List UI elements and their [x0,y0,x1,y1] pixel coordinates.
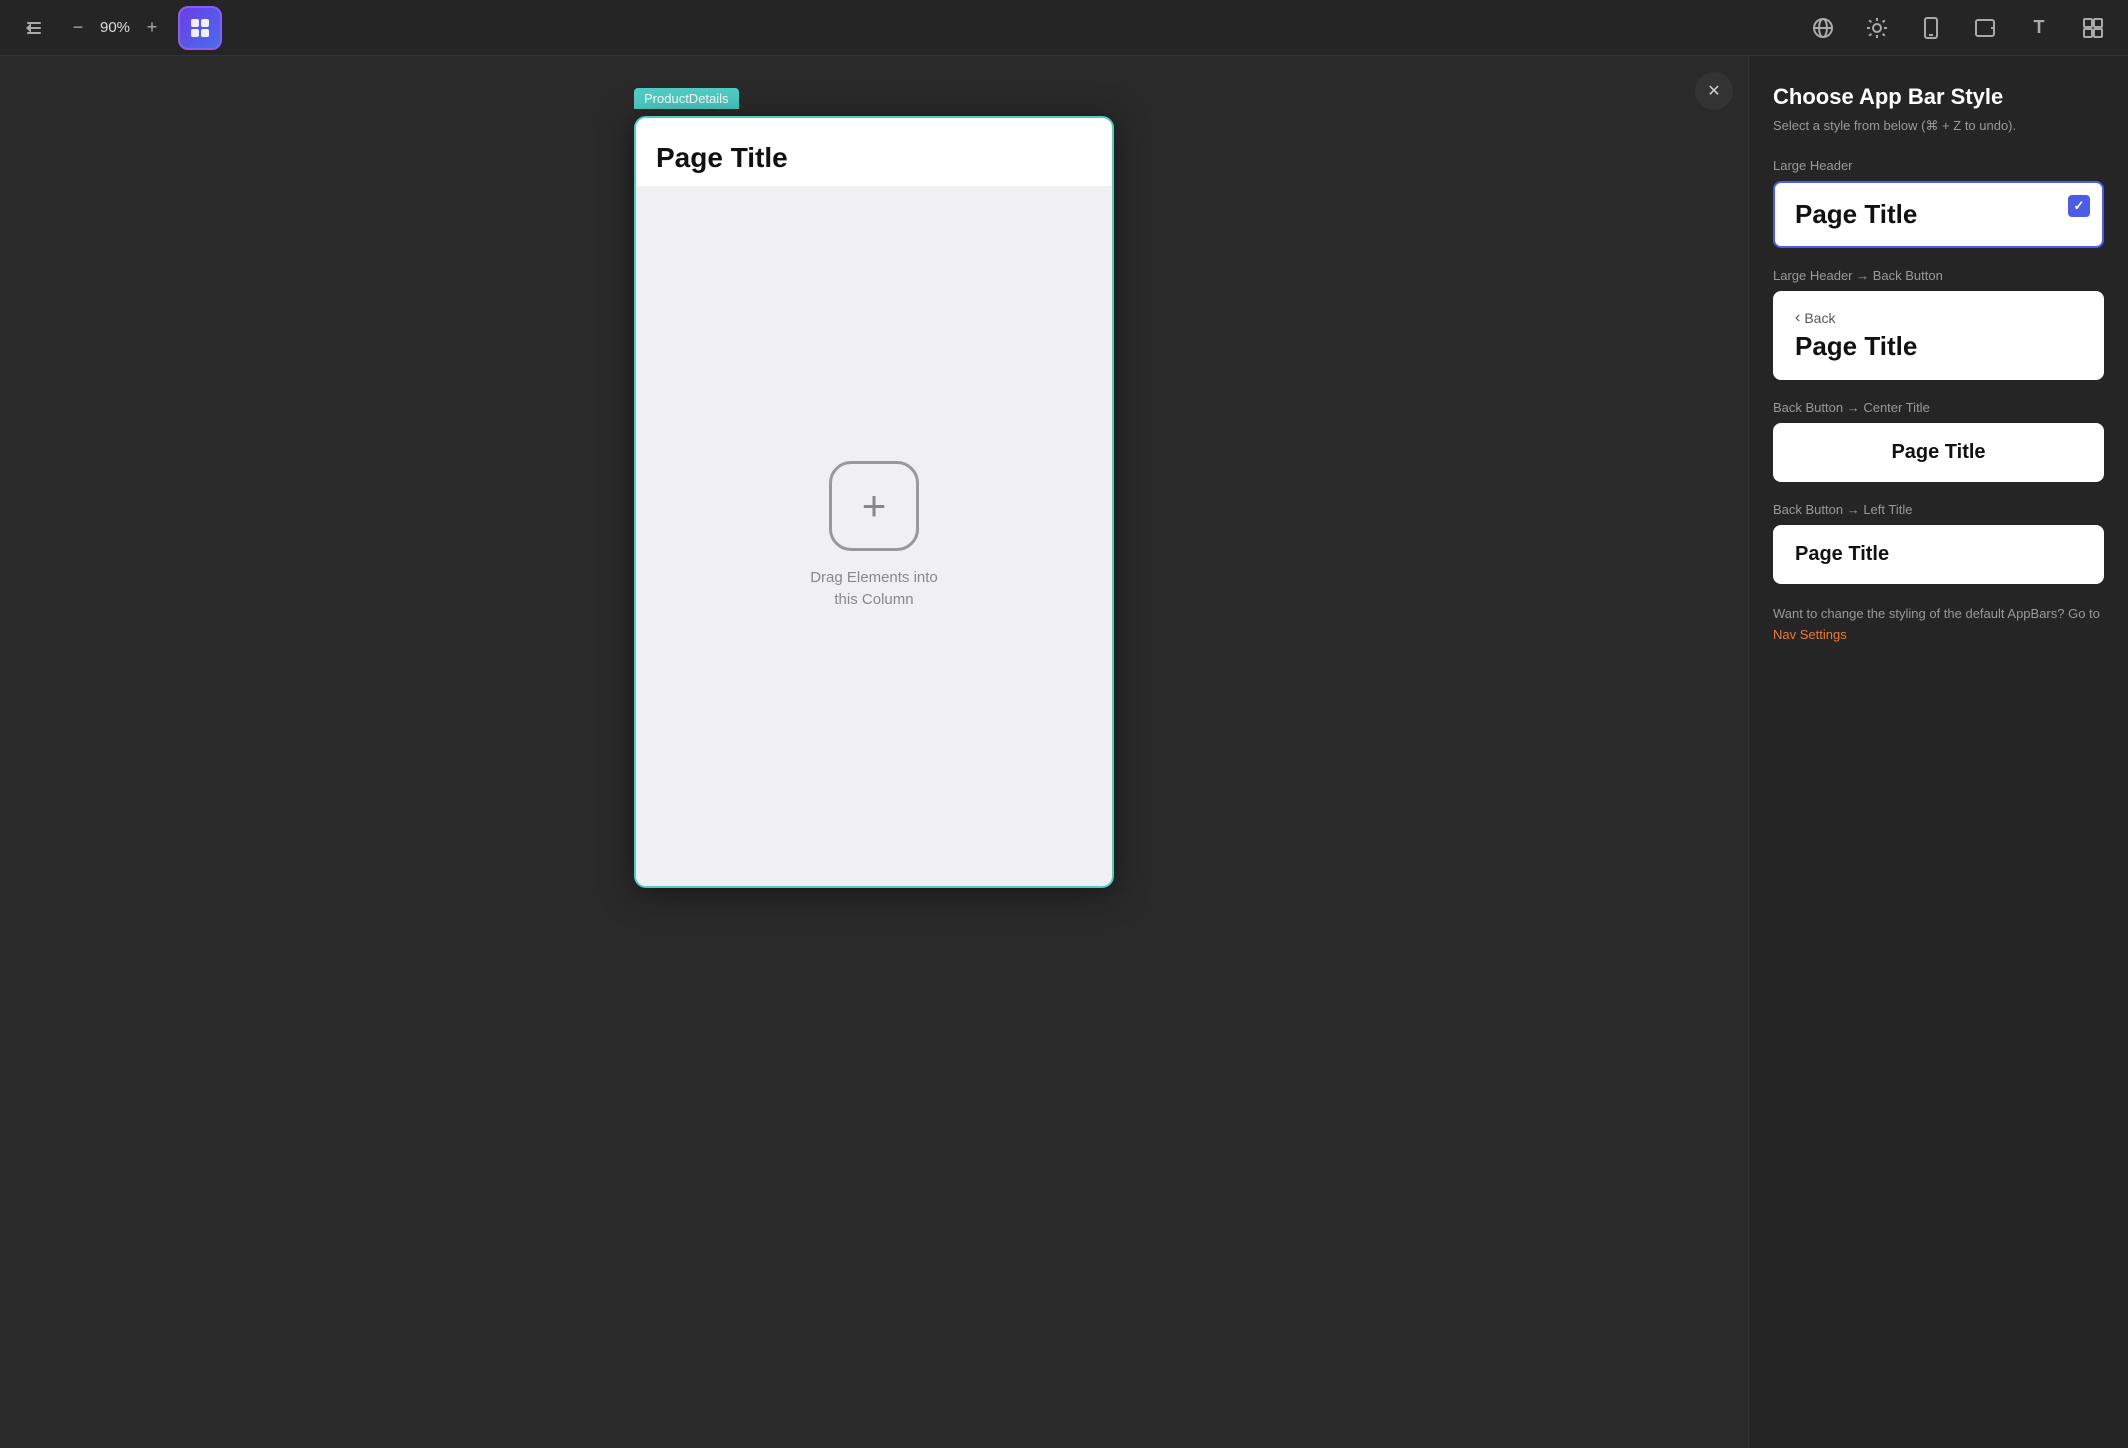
phone-page-title: Page Title [656,142,1092,174]
sun-icon [1865,16,1889,40]
text-tool-icon: T [2034,17,2045,38]
back-arrow-icon: ‹ [1795,309,1800,327]
style-option-label-0: Large Header [1773,158,2104,173]
selected-checkmark: ✓ [2068,195,2090,217]
canvas-area: ProductDetails Page Title + Drag Element… [0,56,1748,1448]
globe-icon [1811,16,1835,40]
style-option-label-1: Large Header → Back Button [1773,268,2104,283]
choose-app-bar-panel: ✕ Choose App Bar Style Select a style fr… [1748,56,2128,1448]
toolbar-left: − 90% + [16,6,222,50]
tablet-preview-button[interactable] [1966,9,2004,47]
footer-text-before-link: Want to change the styling of the defaul… [1773,606,2100,621]
back-button-indicator: ‹ Back [1795,309,2082,327]
product-details-tag: ProductDetails [634,88,739,109]
style-option-label-2: Back Button → Center Title [1773,400,2104,415]
phone-frame-wrapper: ProductDetails Page Title + Drag Element… [634,116,1114,888]
theme-button[interactable] [1858,9,1896,47]
text-tool-button[interactable]: T [2020,9,2058,47]
style-option-large-header-back[interactable]: Large Header → Back Button ‹ Back Page T… [1773,268,2104,380]
toolbar: − 90% + [0,0,2128,56]
close-icon: ✕ [1707,81,1720,101]
style-option-label-3: Back Button → Left Title [1773,502,2104,517]
globe-button[interactable] [1804,9,1842,47]
style-card-3-title: Page Title [1795,543,2082,566]
style-option-large-header[interactable]: Large Header ✓ Page Title [1773,158,2104,248]
tablet-icon [1974,17,1996,39]
add-element-icon: + [829,461,919,551]
components-tool-button[interactable] [178,6,222,50]
zoom-in-button[interactable]: + [138,14,166,42]
phone-header: Page Title [636,118,1112,186]
components-icon [188,16,212,40]
panel-subtitle: Select a style from below (⌘ + Z to undo… [1773,118,2104,134]
grid-icon [2082,17,2104,39]
mobile-preview-button[interactable] [1912,9,1950,47]
style-card-1-title: Page Title [1795,331,2082,362]
style-card-back-center[interactable]: Page Title [1773,423,2104,482]
phone-frame[interactable]: Page Title + Drag Elements into this Col… [634,116,1114,888]
nav-settings-link[interactable]: Nav Settings [1773,627,1847,642]
back-label: Back [1804,310,1835,326]
toolbar-right: T [1804,9,2112,47]
style-card-large-header[interactable]: ✓ Page Title [1773,181,2104,248]
check-icon: ✓ [2074,198,2085,214]
drag-text: Drag Elements into this Column [810,567,938,612]
style-option-back-left[interactable]: Back Button → Left Title Page Title [1773,502,2104,584]
style-card-0-title: Page Title [1795,199,2082,230]
close-panel-button[interactable]: ✕ [1695,72,1733,110]
plus-icon: + [862,485,887,527]
style-option-back-center[interactable]: Back Button → Center Title Page Title [1773,400,2104,482]
zoom-control: − 90% + [64,14,166,42]
phone-content[interactable]: + Drag Elements into this Column [636,186,1112,886]
panel-scroll-content: Choose App Bar Style Select a style from… [1749,56,2128,1448]
panel-title: Choose App Bar Style [1773,84,2104,110]
footer-text: Want to change the styling of the defaul… [1773,604,2104,646]
style-card-large-header-back[interactable]: ‹ Back Page Title [1773,291,2104,380]
phone-icon [1920,17,1942,39]
style-card-2-title: Page Title [1795,441,2082,464]
style-card-back-left[interactable]: Page Title [1773,525,2104,584]
zoom-level-display: 90% [100,19,130,36]
grid-tool-button[interactable] [2074,9,2112,47]
collapse-sidebar-button[interactable] [16,10,52,46]
zoom-out-button[interactable]: − [64,14,92,42]
main-area: ProductDetails Page Title + Drag Element… [0,56,2128,1448]
